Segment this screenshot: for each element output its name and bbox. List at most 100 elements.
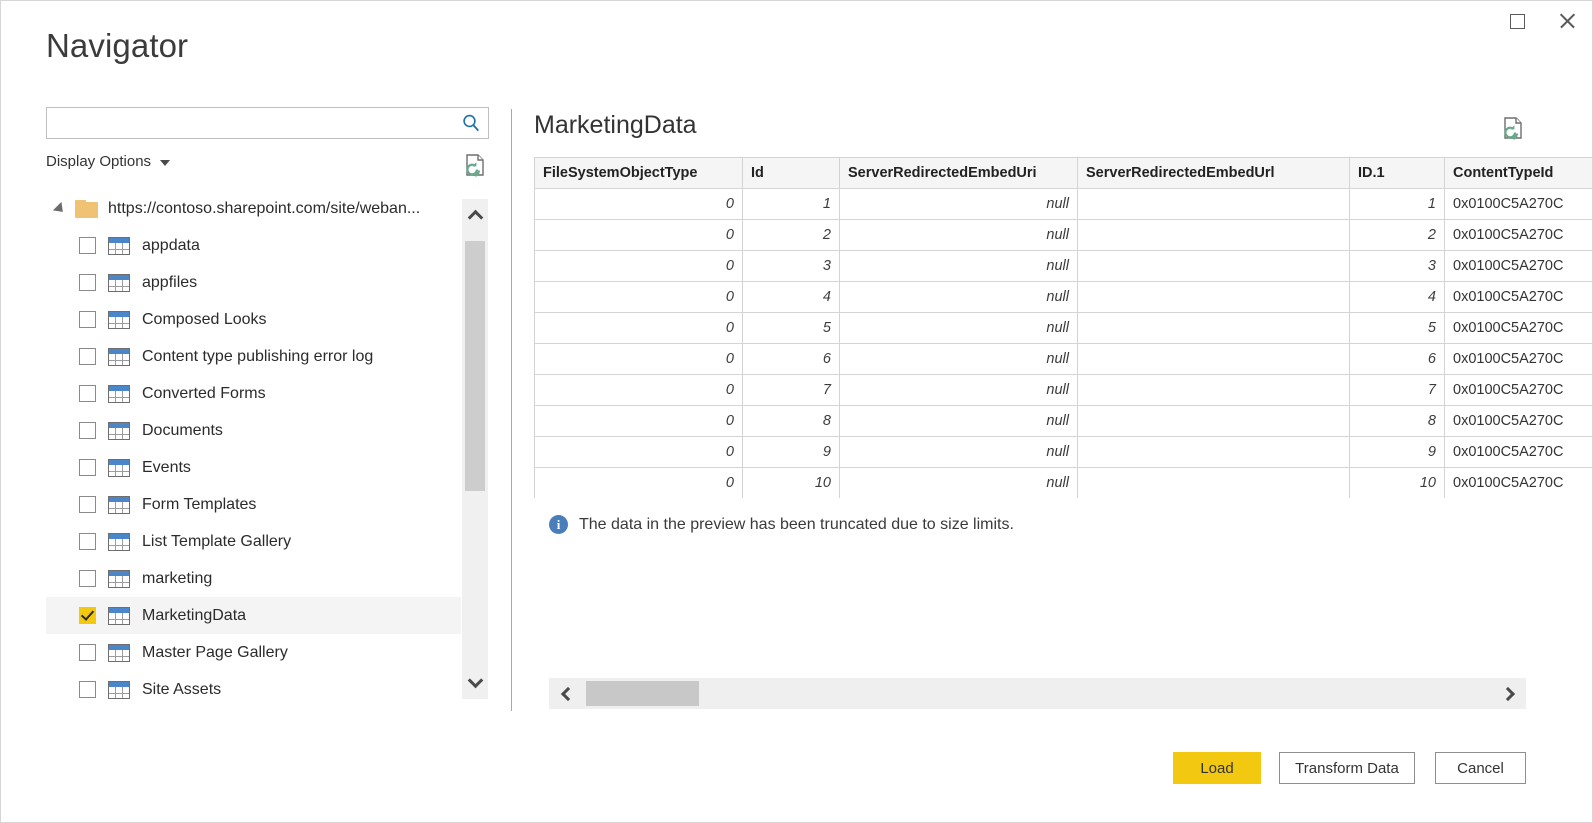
table-row[interactable]: 05null50x0100C5A270C bbox=[535, 313, 1593, 344]
scroll-left-button[interactable] bbox=[549, 678, 582, 709]
table-cell: 0x0100C5A270C bbox=[1445, 468, 1593, 499]
table-row[interactable]: 04null40x0100C5A270C bbox=[535, 282, 1593, 313]
table-cell: 0x0100C5A270C bbox=[1445, 251, 1593, 282]
tree-vertical-scrollbar[interactable] bbox=[462, 199, 488, 699]
search-icon[interactable] bbox=[454, 113, 488, 133]
table-row[interactable]: 02null20x0100C5A270C bbox=[535, 220, 1593, 251]
column-header[interactable]: ID.1 bbox=[1350, 158, 1445, 189]
column-header[interactable]: ServerRedirectedEmbedUri bbox=[840, 158, 1078, 189]
table-icon bbox=[108, 607, 130, 625]
tree-item[interactable]: Documents bbox=[46, 412, 461, 449]
tree-root-node[interactable]: https://contoso.sharepoint.com/site/weba… bbox=[46, 191, 461, 227]
table-row[interactable]: 07null70x0100C5A270C bbox=[535, 375, 1593, 406]
search-box[interactable] bbox=[46, 107, 489, 139]
tree-item-checkbox[interactable] bbox=[79, 422, 96, 439]
maximize-button[interactable] bbox=[1494, 1, 1540, 41]
table-cell: 0x0100C5A270C bbox=[1445, 282, 1593, 313]
scroll-down-button[interactable] bbox=[462, 667, 488, 699]
tree-item[interactable]: Master Page Gallery bbox=[46, 634, 461, 671]
preview-table: FileSystemObjectTypeIdServerRedirectedEm… bbox=[534, 157, 1593, 498]
tree-item-checkbox[interactable] bbox=[79, 459, 96, 476]
refresh-page-icon[interactable] bbox=[460, 150, 490, 180]
column-header[interactable]: FileSystemObjectType bbox=[535, 158, 743, 189]
table-cell: null bbox=[840, 251, 1078, 282]
maximize-icon bbox=[1510, 14, 1525, 29]
table-icon bbox=[108, 422, 130, 440]
table-row[interactable]: 09null90x0100C5A270C bbox=[535, 437, 1593, 468]
tree-item-checkbox[interactable] bbox=[79, 607, 96, 624]
tree-item[interactable]: appfiles bbox=[46, 264, 461, 301]
table-cell: 9 bbox=[743, 437, 840, 468]
tree-item-checkbox[interactable] bbox=[79, 644, 96, 661]
table-cell: 1 bbox=[1350, 189, 1445, 220]
tree-item[interactable]: appdata bbox=[46, 227, 461, 264]
preview-refresh-icon[interactable] bbox=[1498, 113, 1528, 143]
tree-item-checkbox[interactable] bbox=[79, 348, 96, 365]
tree-item-checkbox[interactable] bbox=[79, 274, 96, 291]
table-cell: 0x0100C5A270C bbox=[1445, 375, 1593, 406]
table-cell: null bbox=[840, 437, 1078, 468]
cancel-button[interactable]: Cancel bbox=[1435, 752, 1526, 784]
tree-item[interactable]: Composed Looks bbox=[46, 301, 461, 338]
tree-item-checkbox[interactable] bbox=[79, 496, 96, 513]
column-header[interactable]: ServerRedirectedEmbedUrl bbox=[1078, 158, 1350, 189]
transform-data-button[interactable]: Transform Data bbox=[1279, 752, 1415, 784]
table-cell: 0x0100C5A270C bbox=[1445, 313, 1593, 344]
table-row[interactable]: 08null80x0100C5A270C bbox=[535, 406, 1593, 437]
table-cell: 7 bbox=[1350, 375, 1445, 406]
display-options-dropdown[interactable]: Display Options bbox=[46, 153, 170, 170]
tree-item[interactable]: Site Assets bbox=[46, 671, 461, 707]
scrollbar-thumb[interactable] bbox=[465, 241, 485, 491]
object-tree[interactable]: https://contoso.sharepoint.com/site/weba… bbox=[46, 191, 489, 707]
preview-grid[interactable]: FileSystemObjectTypeIdServerRedirectedEm… bbox=[534, 157, 1593, 498]
search-input[interactable] bbox=[47, 109, 454, 137]
table-cell: 0 bbox=[535, 251, 743, 282]
tree-item-checkbox[interactable] bbox=[79, 237, 96, 254]
column-header[interactable]: Id bbox=[743, 158, 840, 189]
tree-item[interactable]: MarketingData bbox=[46, 597, 461, 634]
expand-collapse-icon[interactable] bbox=[53, 202, 67, 216]
column-header[interactable]: ContentTypeId bbox=[1445, 158, 1593, 189]
table-row[interactable]: 010null100x0100C5A270C bbox=[535, 468, 1593, 499]
tree-item[interactable]: Content type publishing error log bbox=[46, 338, 461, 375]
table-cell: 7 bbox=[743, 375, 840, 406]
tree-item-label: Content type publishing error log bbox=[142, 348, 373, 366]
page-title: Navigator bbox=[46, 27, 188, 65]
info-icon: i bbox=[549, 515, 568, 534]
table-cell: 0 bbox=[535, 437, 743, 468]
table-icon bbox=[108, 644, 130, 662]
pane-divider bbox=[511, 109, 512, 711]
table-cell: null bbox=[840, 189, 1078, 220]
table-icon bbox=[108, 496, 130, 514]
close-button[interactable] bbox=[1544, 1, 1590, 41]
tree-item-checkbox[interactable] bbox=[79, 311, 96, 328]
table-icon bbox=[108, 570, 130, 588]
tree-item[interactable]: marketing bbox=[46, 560, 461, 597]
preview-horizontal-scrollbar[interactable] bbox=[549, 678, 1526, 709]
table-cell: 0x0100C5A270C bbox=[1445, 406, 1593, 437]
horizontal-scrollbar-thumb[interactable] bbox=[586, 681, 699, 706]
table-row[interactable]: 03null30x0100C5A270C bbox=[535, 251, 1593, 282]
load-button[interactable]: Load bbox=[1173, 752, 1261, 784]
tree-item-checkbox[interactable] bbox=[79, 385, 96, 402]
tree-item[interactable]: Form Templates bbox=[46, 486, 461, 523]
table-row[interactable]: 06null60x0100C5A270C bbox=[535, 344, 1593, 375]
table-cell bbox=[1078, 282, 1350, 313]
table-cell: 8 bbox=[743, 406, 840, 437]
chevron-down-icon bbox=[467, 673, 483, 689]
table-row[interactable]: 01null10x0100C5A270C bbox=[535, 189, 1593, 220]
tree-item-checkbox[interactable] bbox=[79, 533, 96, 550]
scroll-right-button[interactable] bbox=[1493, 678, 1526, 709]
tree-item[interactable]: Events bbox=[46, 449, 461, 486]
scroll-up-button[interactable] bbox=[462, 199, 488, 231]
tree-item[interactable]: List Template Gallery bbox=[46, 523, 461, 560]
tree-item-label: MarketingData bbox=[142, 607, 246, 625]
tree-item-checkbox[interactable] bbox=[79, 681, 96, 698]
tree-item-checkbox[interactable] bbox=[79, 570, 96, 587]
tree-item-label: Form Templates bbox=[142, 496, 256, 514]
navigator-dialog: Navigator Display Options bbox=[0, 0, 1593, 823]
tree-content: https://contoso.sharepoint.com/site/weba… bbox=[46, 191, 461, 707]
table-icon bbox=[108, 274, 130, 292]
tree-item[interactable]: Converted Forms bbox=[46, 375, 461, 412]
table-cell: 2 bbox=[743, 220, 840, 251]
